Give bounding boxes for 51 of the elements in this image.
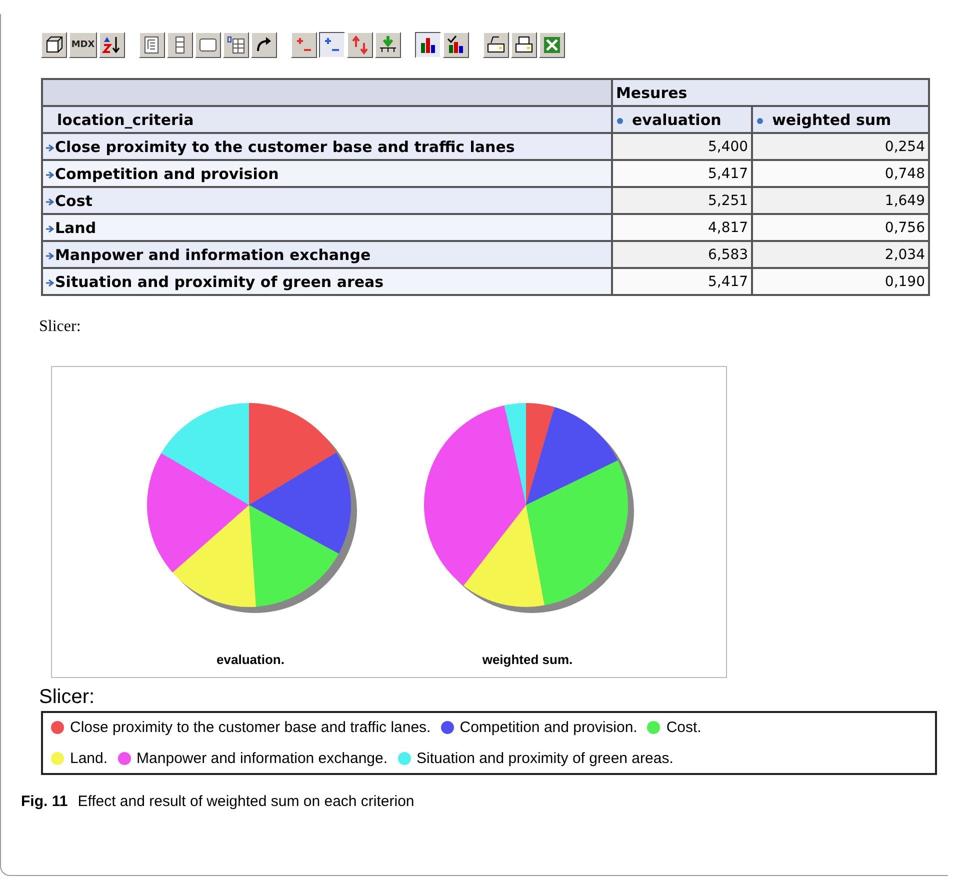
legend-label: Land. (70, 750, 108, 767)
figure-caption: Effect and result of weighted sum on each criterion (78, 793, 414, 810)
row-label[interactable]: Cost (55, 192, 92, 210)
slicer-label: Slicer: (39, 318, 82, 336)
expand-icon (46, 170, 54, 178)
table-cell: 0,254 (752, 133, 929, 160)
table-cell: 5,400 (612, 133, 752, 160)
expand-icon (46, 198, 54, 206)
table-cell: 0,748 (752, 160, 929, 187)
hierarchy-icon (378, 35, 398, 55)
spreadsheet-icon (542, 35, 562, 55)
expand-icon (46, 144, 54, 152)
table-cell: 4,817 (612, 214, 752, 241)
table-cell: 5,251 (612, 187, 752, 214)
legend-label: Situation and proximity of green areas. (416, 750, 674, 767)
legend-label: Close proximity to the customer base and traffic lanes. (70, 719, 431, 736)
expand-icon (756, 116, 764, 124)
table-cell: 5,417 (612, 160, 752, 187)
legend-label: Cost. (666, 719, 702, 736)
bar-chart-icon (446, 35, 466, 55)
toolbar-button[interactable] (415, 32, 441, 58)
table-cell: 6,583 (612, 241, 752, 268)
column-label: evaluation (632, 110, 722, 128)
expand-icon (616, 116, 624, 124)
cube-icon (44, 35, 64, 55)
legend-label: Manpower and information exchange. (136, 750, 388, 767)
figure-number: Fig. 11 (21, 793, 68, 810)
chart-label: evaluation. (216, 652, 284, 667)
legend-label: Competition and provision. (460, 719, 638, 736)
bar-chart-icon (418, 35, 438, 55)
expand-icon (46, 278, 54, 286)
table-cell: 0,756 (752, 214, 929, 241)
row-label[interactable]: Land (55, 218, 96, 236)
legend-title: Slicer: (39, 686, 96, 709)
column-group-header: Mesures (612, 79, 929, 106)
toolbar-button[interactable]: MDX (69, 32, 97, 58)
expand-icon (46, 224, 54, 232)
printer-icon (486, 35, 506, 55)
table-cell: 5,417 (612, 268, 752, 295)
up-down-arrows-icon (350, 35, 370, 55)
table-cell: 1,649 (752, 187, 929, 214)
table-cell: 0,190 (752, 268, 929, 295)
column-label: weighted sum (772, 110, 892, 128)
sort-icon (102, 35, 122, 55)
printer-icon (514, 35, 534, 55)
grid-icon (226, 35, 246, 55)
table-cell: 2,034 (752, 241, 929, 268)
row-header: location_criteria (42, 106, 612, 133)
expand-icon (46, 252, 54, 260)
toolbar-button[interactable] (319, 32, 345, 58)
chart-label: weighted sum. (482, 652, 573, 667)
